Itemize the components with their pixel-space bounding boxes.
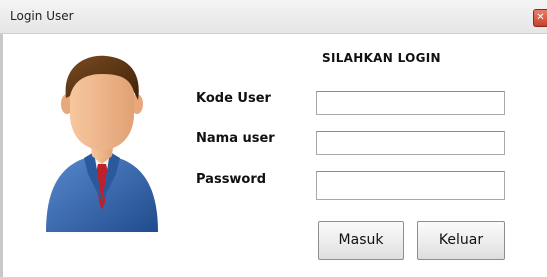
keluar-button[interactable]: Keluar: [417, 221, 505, 260]
close-button[interactable]: ✕: [533, 9, 547, 27]
nama-user-input[interactable]: [316, 131, 505, 155]
password-input[interactable]: [316, 171, 505, 200]
login-heading: SILAHKAN LOGIN: [322, 51, 441, 65]
kode-user-label: Kode User: [196, 91, 271, 106]
nama-user-label: Nama user: [196, 131, 275, 146]
close-icon: ✕: [536, 12, 545, 23]
user-avatar-icon: [46, 55, 158, 232]
password-label: Password: [196, 172, 267, 187]
masuk-button[interactable]: Masuk: [318, 221, 404, 260]
window-title: Login User: [10, 9, 74, 23]
titlebar: Login User ✕: [0, 0, 547, 34]
kode-user-input[interactable]: [316, 91, 505, 115]
